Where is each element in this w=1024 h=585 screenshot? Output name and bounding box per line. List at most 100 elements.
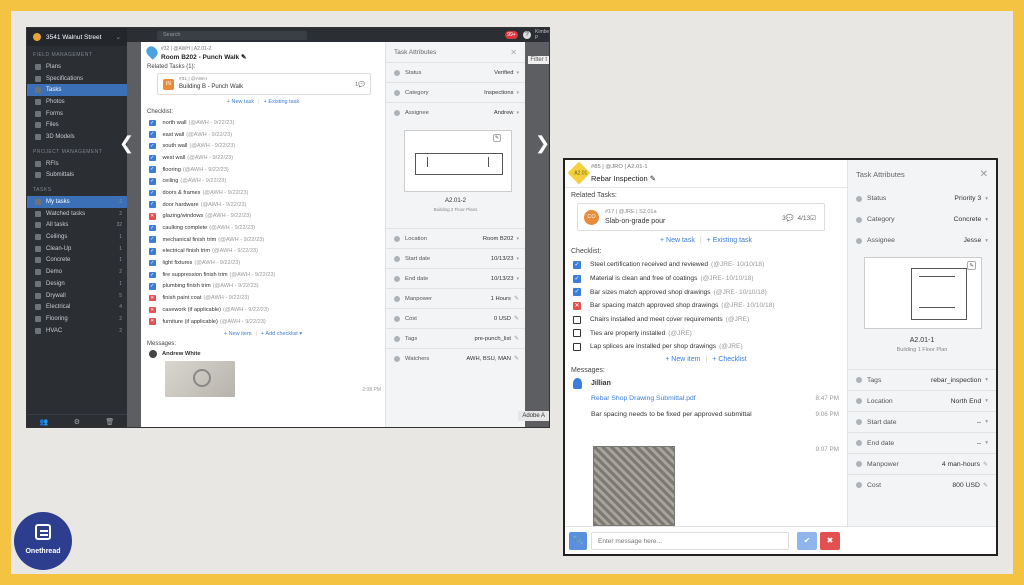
checklist-item[interactable]: ✓ west wall (@AWH - 9/22/23) bbox=[141, 152, 385, 164]
new-item-link[interactable]: + New item bbox=[224, 331, 252, 337]
attribute-row[interactable]: Start date 10/13/23 ▾ bbox=[386, 248, 525, 268]
attribute-row[interactable]: Watchers AWH, BSU, MAN ✎ bbox=[386, 348, 525, 368]
help-icon[interactable]: ? bbox=[523, 31, 531, 39]
close-icon[interactable]: ✕ bbox=[510, 48, 517, 57]
chevron-down-icon[interactable]: ▾ bbox=[985, 398, 988, 404]
checklist-item[interactable]: ✕ casework (if applicable) (@AWH - 9/22/23… bbox=[141, 304, 385, 316]
failed-checkbox-icon[interactable]: ✕ bbox=[149, 306, 156, 314]
sidebar-item[interactable]: Photos bbox=[27, 96, 127, 108]
pencil-icon[interactable]: ✎ bbox=[514, 295, 519, 302]
unchecked-checkbox-icon[interactable] bbox=[573, 315, 581, 324]
trash-icon[interactable]: 🗑 bbox=[105, 418, 114, 426]
checked-checkbox-icon[interactable]: ✓ bbox=[573, 260, 581, 269]
related-task-card[interactable]: IN #31 | @AWH Building B - Punch Walk 1💬 bbox=[157, 73, 371, 95]
checklist-item[interactable]: ✓ Bar sizes match approved shop drawings(… bbox=[565, 285, 847, 299]
sidebar-item[interactable]: 3D Models bbox=[27, 131, 127, 143]
chevron-down-icon[interactable]: ▾ bbox=[516, 90, 519, 96]
sidebar-item[interactable]: Tasks bbox=[27, 84, 127, 97]
checklist-item[interactable]: ✓ east wall (@AWH - 9/22/23) bbox=[141, 129, 385, 141]
sidebar-item[interactable]: All tasks 32 bbox=[27, 220, 127, 232]
filter-button[interactable]: Filter t bbox=[528, 56, 549, 64]
attribute-row[interactable]: Assignee Jesse ▾ bbox=[848, 230, 996, 251]
chevron-down-icon[interactable]: ▾ bbox=[516, 256, 519, 262]
checklist-item[interactable]: ✓ doors & frames (@AWH - 9/22/23) bbox=[141, 187, 385, 199]
checklist-item[interactable]: ✓ ceiling (@AWH - 9/22/23) bbox=[141, 175, 385, 187]
add-checklist-link[interactable]: + Checklist bbox=[712, 356, 746, 363]
chevron-down-icon[interactable]: ▾ bbox=[516, 70, 519, 76]
chevron-down-icon[interactable]: ▾ bbox=[985, 377, 988, 383]
checklist-item[interactable]: ✓ north wall (@AWH - 9/22/23) bbox=[141, 117, 385, 129]
sidebar-item[interactable]: HVAC 2 bbox=[27, 325, 127, 337]
checked-checkbox-icon[interactable]: ✓ bbox=[149, 236, 156, 243]
attribute-row[interactable]: Category Inspections ▾ bbox=[386, 82, 525, 102]
checked-checkbox-icon[interactable]: ✓ bbox=[149, 224, 156, 232]
attribute-row[interactable]: Tags pre-punch_list ✎ bbox=[386, 328, 525, 348]
pencil-icon[interactable]: ✎ bbox=[514, 335, 519, 342]
chevron-down-icon[interactable]: ▾ bbox=[985, 440, 988, 446]
sidebar-item[interactable]: Plans bbox=[27, 61, 127, 73]
attribute-row[interactable]: Location North End ▾ bbox=[848, 390, 996, 411]
attribute-row[interactable]: Cost 0 USD ✎ bbox=[386, 308, 525, 328]
add-checklist-link[interactable]: + Add checklist ▾ bbox=[261, 331, 302, 337]
attribute-row[interactable]: Tags rebar_inspection ▾ bbox=[848, 369, 996, 390]
checklist-item[interactable]: Chairs installed and meet cover requirem… bbox=[565, 313, 847, 327]
sidebar-item[interactable]: Electrical 4 bbox=[27, 301, 127, 313]
existing-task-link[interactable]: + Existing task bbox=[264, 99, 300, 105]
prev-task-icon[interactable]: ❮ bbox=[119, 133, 134, 154]
notification-badge[interactable]: 99+ bbox=[505, 31, 518, 39]
gear-icon[interactable]: ⚙ bbox=[74, 418, 80, 426]
chevron-down-icon[interactable]: ▾ bbox=[985, 217, 988, 223]
checklist-item[interactable]: ✓ Material is clean and free of coatings(… bbox=[565, 272, 847, 286]
failed-checkbox-icon[interactable]: ✕ bbox=[149, 294, 156, 302]
attribute-row[interactable]: End date 10/13/23 ▾ bbox=[386, 268, 525, 288]
next-task-icon[interactable]: ❯ bbox=[535, 133, 549, 154]
checked-checkbox-icon[interactable]: ✓ bbox=[149, 119, 156, 127]
attribute-row[interactable]: Cost 800 USD ✎ bbox=[848, 474, 996, 495]
checklist-item[interactable]: ✓ light fixtures (@AWH - 9/22/23) bbox=[141, 257, 385, 269]
new-task-link[interactable]: + New task bbox=[227, 99, 254, 105]
checked-checkbox-icon[interactable]: ✓ bbox=[149, 154, 156, 162]
chevron-down-icon[interactable]: ▾ bbox=[516, 236, 519, 242]
chevron-down-icon[interactable]: ▾ bbox=[516, 110, 519, 116]
plan-sheet-thumbnail[interactable]: ✎ A2.01-1 Building 1 Floor Plan bbox=[858, 257, 986, 365]
attribute-row[interactable]: Status Verified ▾ bbox=[386, 62, 525, 82]
attribute-row[interactable]: Status Priority 3 ▾ bbox=[848, 188, 996, 209]
checklist-item[interactable]: ✓ fire suppression finish trim (@AWH - 9/2… bbox=[141, 269, 385, 281]
sidebar-item[interactable]: My tasks 2 bbox=[27, 196, 127, 208]
checked-checkbox-icon[interactable]: ✓ bbox=[573, 274, 581, 283]
send-button[interactable]: ✔ bbox=[797, 532, 817, 550]
checked-checkbox-icon[interactable]: ✓ bbox=[149, 259, 156, 267]
checked-checkbox-icon[interactable]: ✓ bbox=[573, 288, 581, 297]
checked-checkbox-icon[interactable]: ✓ bbox=[149, 178, 156, 185]
checked-checkbox-icon[interactable]: ✓ bbox=[149, 189, 156, 197]
sidebar-item[interactable]: Watched tasks 2 bbox=[27, 208, 127, 220]
message-input[interactable] bbox=[591, 532, 789, 550]
checked-checkbox-icon[interactable]: ✓ bbox=[149, 131, 156, 138]
chevron-down-icon[interactable]: ▾ bbox=[516, 276, 519, 282]
close-icon[interactable]: ✕ bbox=[980, 169, 988, 180]
cancel-button[interactable]: ✖ bbox=[820, 532, 840, 550]
checklist-item[interactable]: ✓ electrical finish trim (@AWH - 9/22/23) bbox=[141, 246, 385, 258]
people-icon[interactable]: 👥 bbox=[40, 418, 49, 426]
checklist-item[interactable]: ✓ flooring (@AWH - 9/22/23) bbox=[141, 164, 385, 176]
checklist-item[interactable]: ✓ plumbing finish trim (@AWH - 9/22/23) bbox=[141, 281, 385, 293]
failed-checkbox-icon[interactable]: ✕ bbox=[149, 213, 156, 220]
unchecked-checkbox-icon[interactable] bbox=[573, 329, 581, 338]
sidebar-item[interactable]: Concrete 1 bbox=[27, 255, 127, 267]
sidebar-item[interactable]: Drywall 5 bbox=[27, 290, 127, 302]
failed-checkbox-icon[interactable]: ✕ bbox=[149, 318, 156, 325]
checklist-item[interactable]: ✓ door hardware (@AWH - 9/22/23) bbox=[141, 199, 385, 211]
attachment-link[interactable]: Rebar Shop Drawing Submittal.pdf bbox=[591, 395, 696, 402]
checklist-item[interactable]: ✓ caulking complete (@AWH - 9/22/23) bbox=[141, 222, 385, 234]
sidebar-item[interactable]: Design 1 bbox=[27, 278, 127, 290]
attribute-row[interactable]: Manpower 4 man-hours ✎ bbox=[848, 453, 996, 474]
failed-checkbox-icon[interactable]: ✕ bbox=[573, 301, 581, 310]
new-item-link[interactable]: + New item bbox=[665, 356, 700, 363]
attribute-row[interactable]: Manpower 1 Hours ✎ bbox=[386, 288, 525, 308]
pencil-icon[interactable]: ✎ bbox=[967, 261, 976, 270]
plan-sheet-thumbnail[interactable]: ✎ A2.01-2 Building 2 Floor Plans bbox=[398, 126, 513, 224]
attach-icon[interactable]: 📎 bbox=[569, 532, 587, 550]
attribute-row[interactable]: Category Concrete ▾ bbox=[848, 209, 996, 230]
sidebar-item[interactable]: Ceilings 1 bbox=[27, 231, 127, 243]
attribute-row[interactable]: Assignee Andrew ▾ bbox=[386, 102, 525, 122]
